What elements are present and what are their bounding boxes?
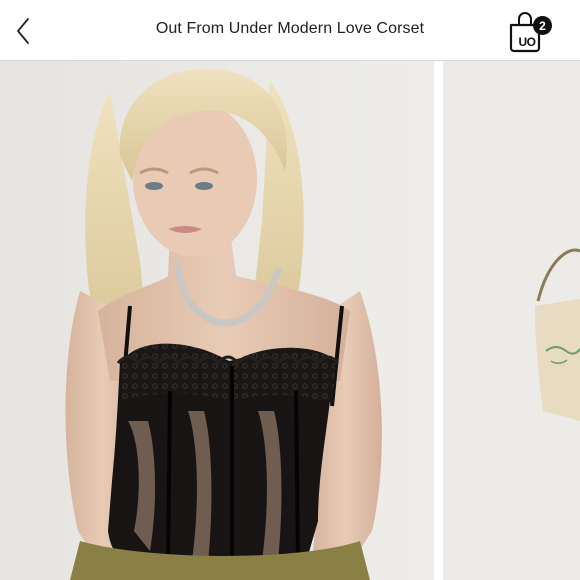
top-nav-bar: Out From Under Modern Love Corset UO 2 [0,0,580,61]
page-title: Out From Under Modern Love Corset [155,20,425,37]
product-image-gallery[interactable] [0,61,580,580]
product-photo-secondary[interactable] [443,61,580,580]
shopping-bag-button[interactable]: UO 2 [506,10,556,54]
back-button[interactable] [8,14,38,48]
product-photo-main[interactable] [0,61,434,580]
cart-count-badge: 2 [533,16,552,35]
bag-brand-label: UO [518,35,537,49]
chevron-left-icon [17,18,29,44]
